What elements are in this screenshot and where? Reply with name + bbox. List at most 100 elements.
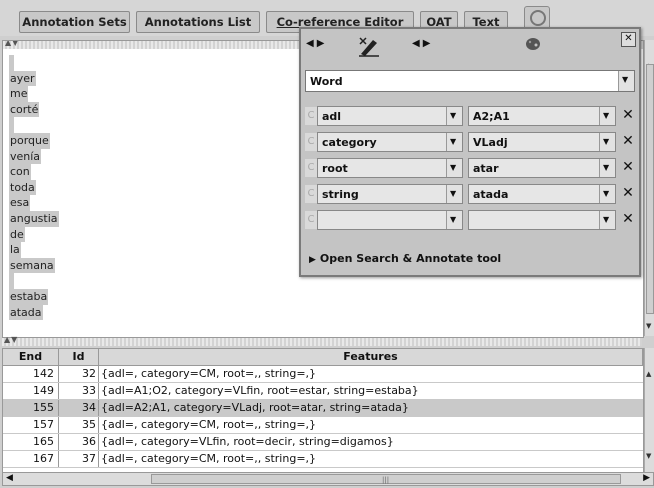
search-tool-label: Open Search & Annotate tool [319, 252, 502, 265]
annotation-editor-popup: ◀▶ ◀▶ ✕ Word C adl A2;A1 ✕ C category VL… [299, 27, 641, 277]
feature-name-select[interactable]: root [317, 158, 463, 178]
scroll-up-icon[interactable]: ▲ [646, 370, 651, 378]
delete-feature-icon[interactable]: ✕ [619, 210, 637, 230]
word-token[interactable]: de [9, 226, 25, 243]
feature-name: category [322, 136, 377, 149]
table-row[interactable]: 149 33 {adl=A1;O2, category=VLfin, root=… [3, 383, 643, 400]
chevron-down-icon[interactable] [599, 211, 615, 229]
cell-features: {adl=A1;O2, category=VLfin, root=estar, … [101, 384, 419, 397]
table-row-selected[interactable]: 155 34 {adl=A2;A1, category=VLadj, root=… [3, 400, 643, 417]
scroll-down-icon[interactable]: ▼ [646, 322, 651, 330]
split-handle[interactable]: ▲▼ [2, 335, 642, 346]
feature-name-select[interactable] [317, 210, 463, 230]
pen-icon[interactable] [357, 34, 381, 58]
feature-name-select[interactable]: adl [317, 106, 463, 126]
scrollbar-thumb[interactable] [646, 64, 654, 314]
close-icon[interactable]: ✕ [621, 32, 636, 47]
scroll-down-icon[interactable]: ▼ [646, 452, 651, 460]
chevron-down-icon[interactable] [599, 133, 615, 151]
feature-name: adl [322, 110, 342, 123]
word-token[interactable]: esa [9, 195, 31, 211]
annotation-type-select[interactable]: Word [305, 70, 635, 92]
word-token[interactable]: atada [9, 304, 43, 321]
word-token[interactable]: angustia [9, 210, 59, 227]
chevron-down-icon[interactable] [446, 211, 462, 229]
cell-id: 35 [59, 417, 99, 433]
table-row[interactable]: 167 37 {adl=, category=CM, root=,, strin… [3, 451, 643, 468]
feature-value-select[interactable] [468, 210, 616, 230]
chevron-down-icon[interactable] [446, 159, 462, 177]
prev-next-annotation-icon[interactable]: ◀▶ [306, 38, 327, 49]
cell-end: 167 [3, 451, 59, 467]
feature-value: A2;A1 [473, 110, 510, 123]
table-row[interactable]: 142 32 {adl=, category=CM, root=,, strin… [3, 366, 643, 383]
feature-status-icon: C [305, 211, 317, 229]
word-token[interactable] [9, 55, 14, 71]
prev-next-span-icon[interactable]: ◀▶ [412, 38, 433, 49]
cell-id: 34 [59, 400, 99, 416]
chevron-down-icon[interactable] [446, 133, 462, 151]
feature-name: string [322, 188, 359, 201]
table-row[interactable]: 165 36 {adl=, category=VLfin, root=decir… [3, 434, 643, 451]
column-header-features[interactable]: Features [99, 349, 643, 366]
delete-feature-icon[interactable]: ✕ [619, 158, 637, 178]
feature-value-select[interactable]: VLadj [468, 132, 616, 152]
word-token[interactable]: con [9, 164, 31, 180]
feature-row-new: C ✕ [301, 209, 639, 231]
cell-end: 155 [3, 400, 59, 416]
chevron-down-icon[interactable] [599, 185, 615, 203]
cell-id: 32 [59, 366, 99, 382]
feature-row: C category VLadj ✕ [301, 131, 639, 153]
chevron-down-icon[interactable] [599, 107, 615, 125]
cell-end: 142 [3, 366, 59, 382]
feature-value: atar [473, 162, 499, 175]
cell-features: {adl=, category=CM, root=,, string=,} [101, 452, 317, 465]
word-token[interactable]: toda [9, 179, 36, 196]
table-scrollbar[interactable]: ▲ ▼ [644, 348, 654, 472]
chevron-down-icon[interactable] [446, 107, 462, 125]
word-token[interactable]: corté [9, 101, 40, 118]
palette-icon[interactable] [525, 36, 541, 52]
feature-status-icon: C [305, 107, 317, 125]
word-token[interactable]: porque [9, 132, 50, 149]
word-token[interactable] [9, 273, 14, 289]
feature-name-select[interactable]: string [317, 184, 463, 204]
chevron-down-icon[interactable] [618, 71, 634, 91]
feature-name-select[interactable]: category [317, 132, 463, 152]
horizontal-scrollbar[interactable]: ◀ ||| ▶ [2, 472, 654, 486]
feature-value-select[interactable]: atar [468, 158, 616, 178]
word-token[interactable]: venía [9, 148, 42, 165]
word-token[interactable]: ayer [9, 70, 36, 87]
chevron-down-icon[interactable] [446, 185, 462, 203]
word-token[interactable]: semana [9, 257, 55, 274]
cell-id: 37 [59, 451, 99, 467]
delete-feature-icon[interactable]: ✕ [619, 132, 637, 152]
scrollbar-thumb[interactable]: ||| [151, 474, 621, 484]
feature-status-icon: C [305, 133, 317, 151]
annotations-table: End Id Features 142 32 {adl=, category=C… [2, 348, 644, 474]
cell-features: {adl=, category=CM, root=,, string=,} [101, 418, 317, 431]
feature-status-icon: C [305, 185, 317, 203]
open-search-annotate-toggle[interactable]: ▶ Open Search & Annotate tool [309, 252, 501, 265]
delete-feature-icon[interactable]: ✕ [619, 184, 637, 204]
word-token[interactable]: estaba [9, 288, 49, 305]
text-pane-scrollbar[interactable]: ▲ ▼ [644, 40, 654, 336]
word-token[interactable]: me [9, 86, 29, 102]
annotation-sets-button[interactable]: Annotation Sets [19, 11, 130, 33]
word-token[interactable]: la [9, 242, 21, 258]
feature-value-select[interactable]: A2;A1 [468, 106, 616, 126]
scroll-left-icon[interactable]: ◀ [6, 473, 13, 483]
feature-value-select[interactable]: atada [468, 184, 616, 204]
chevron-down-icon[interactable] [599, 159, 615, 177]
annotations-list-button[interactable]: Annotations List [136, 11, 260, 33]
column-header-end[interactable]: End [3, 349, 59, 366]
delete-feature-icon[interactable]: ✕ [619, 106, 637, 126]
column-header-id[interactable]: Id [59, 349, 99, 366]
cell-features: {adl=, category=CM, root=,, string=,} [101, 367, 317, 380]
table-row[interactable]: 157 35 {adl=, category=CM, root=,, strin… [3, 417, 643, 434]
cell-end: 149 [3, 383, 59, 399]
cell-features: {adl=A2;A1, category=VLadj, root=atar, s… [101, 401, 409, 414]
cell-end: 157 [3, 417, 59, 433]
word-token[interactable] [9, 117, 14, 133]
scroll-right-icon[interactable]: ▶ [643, 473, 650, 483]
